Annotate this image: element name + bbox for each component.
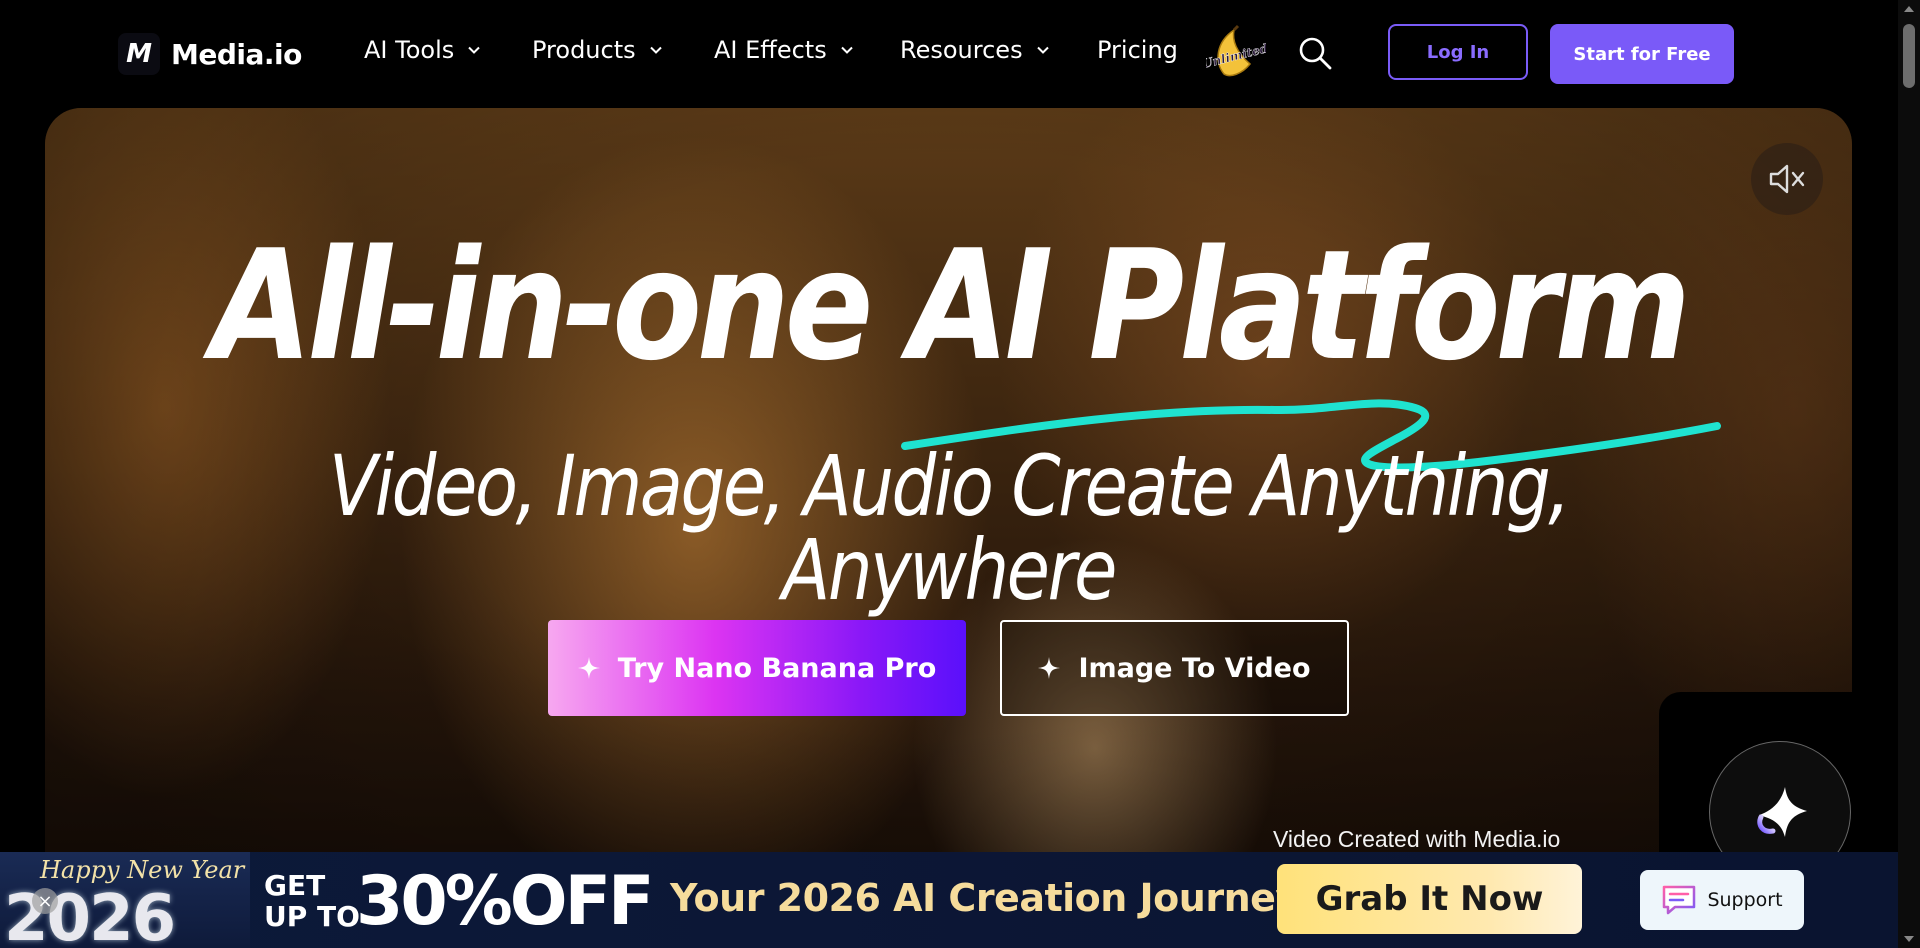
support-button[interactable]: Support bbox=[1640, 870, 1804, 930]
happy-new-year-text: Happy New Year bbox=[40, 856, 245, 884]
nav-label: AI Effects bbox=[714, 36, 827, 64]
video-credit-caption: Video Created with Media.io bbox=[1273, 826, 1561, 852]
grab-it-now-button[interactable]: Grab It Now bbox=[1277, 864, 1582, 934]
discount-text: 30%OFF bbox=[356, 862, 654, 941]
speaker-muted-icon bbox=[1769, 164, 1805, 194]
get-up-to-text: GET UP TO bbox=[264, 870, 360, 932]
chevron-down-icon bbox=[840, 46, 853, 54]
nav-label: Resources bbox=[900, 36, 1023, 64]
image-to-video-button[interactable]: Image To Video bbox=[1000, 620, 1349, 716]
brand-name: Media.io bbox=[171, 37, 302, 71]
cta-label: Try Nano Banana Pro bbox=[617, 652, 937, 684]
close-promo-button[interactable]: × bbox=[32, 888, 58, 914]
hero-headline: All-in-one AI Platform bbox=[211, 217, 1691, 394]
year-2026-text: 2026 bbox=[4, 882, 176, 948]
logo-mark-icon: M bbox=[118, 33, 160, 75]
hero-video-section: All-in-one AI Platform Video, Image, Aud… bbox=[45, 108, 1852, 948]
nav-label: Products bbox=[532, 36, 636, 64]
nav-label: AI Tools bbox=[364, 36, 455, 64]
nav-item-resources[interactable]: Resources bbox=[900, 36, 1049, 64]
page-scrollbar[interactable] bbox=[1898, 0, 1920, 948]
mute-toggle-button[interactable] bbox=[1751, 143, 1823, 215]
try-nano-banana-pro-button[interactable]: Try Nano Banana Pro bbox=[548, 620, 966, 716]
ai-star-icon bbox=[1757, 787, 1807, 837]
up-to-text: UP TO bbox=[264, 900, 360, 933]
chevron-down-icon bbox=[649, 46, 662, 54]
scroll-up-arrow-icon[interactable] bbox=[1904, 6, 1914, 12]
scrollbar-thumb[interactable] bbox=[1903, 24, 1915, 88]
banana-unlimited-icon[interactable]: Unlimited bbox=[1206, 24, 1266, 80]
support-label: Support bbox=[1707, 889, 1783, 911]
login-button[interactable]: Log In bbox=[1388, 24, 1528, 80]
get-text: GET bbox=[264, 869, 326, 902]
cta-label: Image To Video bbox=[1078, 652, 1311, 684]
chevron-down-icon bbox=[468, 46, 480, 54]
chevron-down-icon bbox=[1036, 46, 1049, 54]
search-icon[interactable] bbox=[1298, 36, 1332, 70]
promo-message: Your 2026 AI Creation Journey! bbox=[670, 876, 1317, 920]
hero-subheadline: Video, Image, Audio Create Anything, Any… bbox=[328, 437, 1571, 619]
sparkle-icon bbox=[1038, 657, 1061, 679]
sparkle-icon bbox=[577, 657, 600, 679]
chat-support-icon bbox=[1663, 885, 1696, 915]
nav-item-pricing[interactable]: Pricing bbox=[1097, 36, 1178, 64]
nav-item-products[interactable]: Products bbox=[532, 36, 662, 64]
nav-item-ai-tools[interactable]: AI Tools bbox=[364, 36, 480, 64]
top-navbar: M Media.io AI Tools Products AI Effects … bbox=[0, 0, 1898, 108]
scroll-down-arrow-icon[interactable] bbox=[1904, 936, 1914, 942]
brand-logo[interactable]: M Media.io bbox=[118, 33, 302, 75]
nav-label: Pricing bbox=[1097, 36, 1178, 64]
start-for-free-button[interactable]: Start for Free bbox=[1550, 24, 1734, 84]
new-year-promo-banner[interactable]: Happy New Year 2026 × GET UP TO 30%OFF Y… bbox=[0, 852, 1898, 948]
nav-item-ai-effects[interactable]: AI Effects bbox=[714, 36, 853, 64]
